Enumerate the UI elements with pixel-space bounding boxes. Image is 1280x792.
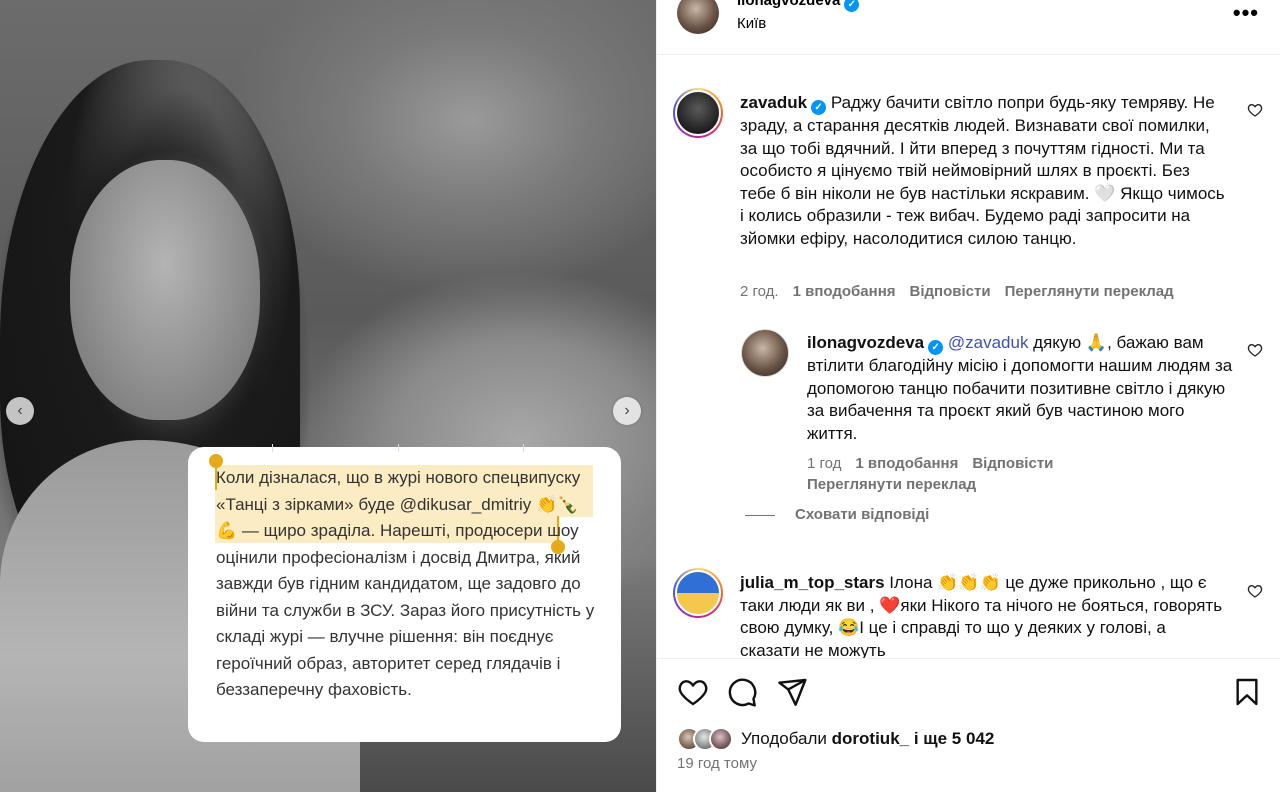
reply-button[interactable]: Відповісти — [972, 455, 1053, 472]
post-media[interactable]: ‹ › Коли дізналася, що в журі нового спе… — [0, 0, 656, 792]
reply-button[interactable]: Відповісти — [910, 283, 991, 300]
liked-by-row: Уподобали dorotiuk_ і ще 5 042 — [677, 727, 994, 751]
reply-meta: 1 год 1 вподобання Відповісти — [807, 455, 1053, 472]
comment-likes[interactable]: 1 вподобання — [793, 283, 896, 300]
reply-ilonagvozdeva: ilonagvozdeva ✓ @zavaduk дякую 🙏, бажаю в… — [807, 332, 1237, 445]
chevron-right-icon: › — [624, 402, 630, 419]
verified-badge-icon: ✓ — [811, 100, 827, 115]
more-options-button[interactable]: ••• — [1233, 0, 1259, 26]
save-bookmark-icon[interactable] — [1231, 676, 1263, 708]
see-translation-button[interactable]: Переглянути переклад — [807, 476, 976, 493]
next-image-button[interactable]: › — [613, 397, 641, 425]
heart-icon[interactable] — [1247, 102, 1263, 118]
comment-time: 2 год. — [740, 283, 779, 300]
post-timestamp[interactable]: 19 год тому — [677, 755, 757, 772]
author-avatar[interactable] — [677, 0, 719, 34]
like-heart-icon[interactable] — [677, 676, 709, 708]
reply-mention[interactable]: @zavaduk — [948, 333, 1029, 352]
post-header: ilonagvozdeva ✓ Київ ••• — [657, 0, 1280, 55]
hide-replies-button[interactable]: Сховати відповіді — [795, 506, 929, 523]
post-side-panel: ilonagvozdeva ✓ Київ ••• zavaduk ✓ Раджу б… — [656, 0, 1280, 792]
verified-badge-icon: ✓ — [844, 0, 860, 12]
reply-avatar-ilonagvozdeva[interactable] — [741, 329, 789, 377]
reply-likes[interactable]: 1 вподобання — [855, 455, 958, 472]
liked-by-count[interactable]: і ще 5 042 — [914, 729, 995, 748]
verified-badge-icon: ✓ — [928, 340, 944, 355]
heart-icon[interactable] — [1247, 583, 1263, 599]
reply-time: 1 год — [807, 455, 842, 472]
quote-text: Коли дізналася, що в журі нового спецвип… — [216, 468, 595, 699]
post-actions: Уподобали dorotiuk_ і ще 5 042 19 год то… — [657, 658, 1280, 792]
comment-avatar-zavaduk[interactable] — [673, 88, 723, 138]
liked-by-user[interactable]: dorotiuk_ — [832, 729, 909, 748]
comment-avatar-julia[interactable] — [673, 568, 723, 618]
quote-card-tabs — [208, 444, 588, 454]
comment-username[interactable]: zavaduk — [740, 93, 807, 112]
author-username[interactable]: ilonagvozdeva — [737, 0, 840, 9]
share-icon[interactable] — [776, 676, 808, 708]
liked-by-prefix: Уподобали — [741, 729, 827, 748]
photo-face — [70, 160, 260, 420]
comment-body: Раджу бачити світло попри будь-яку темря… — [740, 93, 1225, 248]
heart-icon[interactable] — [1247, 342, 1263, 358]
comment-icon[interactable] — [726, 676, 758, 708]
comment-meta: 2 год. 1 вподобання Відповісти Переглянути … — [740, 283, 1174, 300]
chevron-left-icon: ‹ — [17, 402, 23, 419]
see-translation-button[interactable]: Переглянути переклад — [1005, 283, 1174, 300]
liker-avatar — [709, 727, 733, 751]
previous-image-button[interactable]: ‹ — [6, 397, 34, 425]
comment-username[interactable]: julia_m_top_stars — [740, 573, 885, 592]
comment-zavaduk: zavaduk ✓ Раджу бачити світло попри будь-… — [740, 92, 1230, 251]
comment-julia: julia_m_top_stars Ілона 👏👏👏 це дуже прик… — [740, 572, 1230, 658]
hide-replies-line — [745, 515, 775, 516]
post-location[interactable]: Київ — [737, 15, 766, 32]
comments-list: zavaduk ✓ Раджу бачити світло попри будь-… — [657, 56, 1280, 658]
reply-username[interactable]: ilonagvozdeva — [807, 333, 924, 352]
